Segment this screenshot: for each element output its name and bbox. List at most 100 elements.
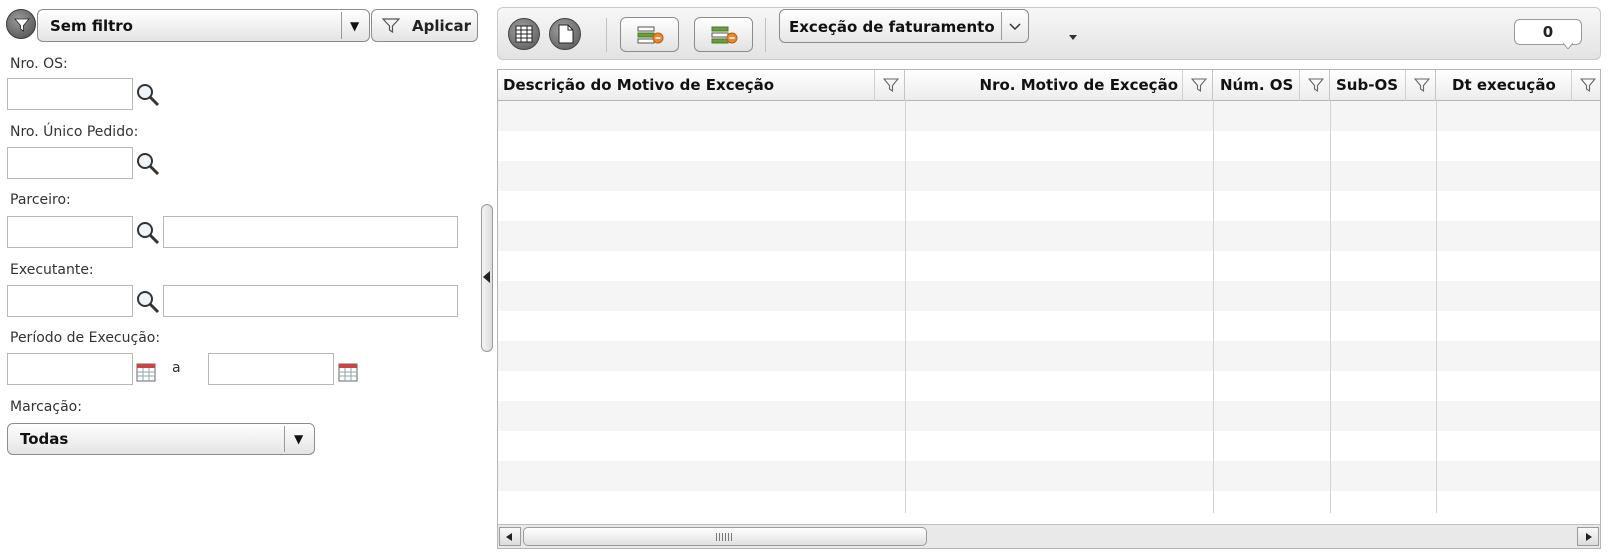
grid-config-select[interactable]: Exceção de faturamento [779,9,1029,43]
nro-unico-pedido-lookup-icon[interactable] [135,151,161,177]
table-row [498,131,1600,161]
marcacao-value: Todas [20,430,69,448]
filter-preset-value: Sem filtro [50,16,133,35]
collapse-left-icon[interactable] [483,271,490,283]
periodo-end-calendar-icon[interactable] [338,362,358,382]
column-divider [1213,101,1214,513]
parceiro-code-input[interactable] [7,216,133,248]
column-divider [1330,101,1331,513]
nro-unico-pedido-input[interactable] [7,147,133,179]
scroll-left-button[interactable] [499,527,521,546]
nro-os-input[interactable] [7,78,133,110]
column-header-num-os[interactable]: Núm. OS [1213,70,1330,101]
horizontal-scrollbar[interactable] [498,524,1600,548]
export-icon [558,24,574,44]
mark-rows-icon [637,26,664,44]
badge-tail [1563,43,1573,49]
executante-code-input[interactable] [7,285,133,317]
table-row [498,461,1600,491]
marcacao-label: Marcação: [10,399,82,415]
grid-config-value: Exceção de faturamento [789,18,995,36]
column-header-label: Nro. Motivo de Exceção [979,76,1178,94]
column-divider [905,101,906,513]
column-header-sub-os[interactable]: Sub-OS [1330,70,1436,101]
table-row [498,371,1600,401]
export-button[interactable] [549,18,581,50]
nro-os-lookup-icon[interactable] [135,82,161,108]
column-header-descricao[interactable]: Descrição do Motivo de Exceção [498,70,905,101]
funnel-icon [1414,78,1430,93]
column-filter-button[interactable] [1405,70,1435,101]
column-filter-button[interactable] [874,70,904,101]
column-header-nro-motivo[interactable]: Nro. Motivo de Exceção [905,70,1213,101]
grid-header: Descrição do Motivo de Exceção Nro. Moti… [498,70,1600,101]
grid-view-button[interactable] [508,18,540,50]
table-row [498,401,1600,431]
grid-body [498,101,1600,513]
column-header-label: Descrição do Motivo de Exceção [503,76,775,94]
column-filter-button[interactable] [1571,70,1600,101]
executante-name-input[interactable] [163,285,458,317]
toolbar-action-button-1[interactable] [620,17,679,52]
arrow-right-icon [1586,533,1592,541]
select-divider [1001,12,1002,40]
grid-toolbar [497,7,1601,60]
table-row [498,251,1600,281]
grip-icon [716,533,732,541]
funnel-icon [382,18,400,34]
column-header-dt-execucao[interactable]: Dt execução [1436,70,1600,101]
nro-os-label: Nro. OS: [10,56,68,72]
filter-panel: Sem filtro ▼ Aplicar Nro. OS: Nro. Único… [0,0,478,556]
table-row [498,101,1600,131]
table-row [498,431,1600,461]
apply-filter-label: Aplicar [412,17,472,35]
table-row [498,341,1600,371]
table-row [498,311,1600,341]
column-filter-button[interactable] [1182,70,1212,101]
executante-label: Executante: [10,262,94,278]
chevron-down-icon [1009,23,1021,31]
record-count-badge: 0 [1514,19,1582,45]
table-row [498,161,1600,191]
table-row [498,281,1600,311]
table-row [498,221,1600,251]
periodo-start-input[interactable] [7,353,133,385]
toolbar-separator [606,18,607,52]
funnel-icon [1580,78,1596,93]
arrow-left-icon [506,533,512,541]
periodo-start-calendar-icon[interactable] [136,362,156,382]
funnel-icon [1191,78,1207,93]
column-filter-button[interactable] [1299,70,1329,101]
filter-preset-select[interactable]: Sem filtro ▼ [37,9,370,42]
periodo-execucao-label: Período de Execução: [10,330,161,346]
funnel-icon [883,78,899,93]
column-divider [1436,101,1437,513]
filter-menu-icon[interactable] [6,9,36,39]
select-divider [284,426,285,452]
parceiro-lookup-icon[interactable] [135,220,161,246]
column-header-label: Núm. OS [1220,76,1294,94]
apply-filter-button[interactable]: Aplicar [371,9,478,42]
table-row [498,491,1600,521]
data-grid: Descrição do Motivo de Exceção Nro. Moti… [497,69,1601,549]
nro-unico-pedido-label: Nro. Único Pedido: [10,124,139,140]
periodo-end-input[interactable] [208,353,334,385]
executante-lookup-icon[interactable] [135,289,161,315]
parceiro-name-input[interactable] [163,216,458,248]
periodo-range-separator: a [172,360,181,376]
chevron-down-icon: ▼ [350,18,360,33]
export-dropdown-icon[interactable] [1069,35,1077,40]
toolbar-separator [765,18,766,52]
table-row [498,191,1600,221]
scrollbar-thumb[interactable] [523,527,927,546]
unmark-rows-icon [711,26,738,44]
toolbar-action-button-2[interactable] [694,17,753,52]
chevron-down-icon: ▼ [294,432,304,446]
column-header-label: Dt execução [1452,76,1556,94]
marcacao-select[interactable]: Todas ▼ [7,423,315,455]
scroll-right-button[interactable] [1577,527,1599,546]
parceiro-label: Parceiro: [10,192,71,208]
column-header-label: Sub-OS [1336,76,1398,94]
grid-icon [515,25,533,43]
funnel-icon [1308,78,1324,93]
